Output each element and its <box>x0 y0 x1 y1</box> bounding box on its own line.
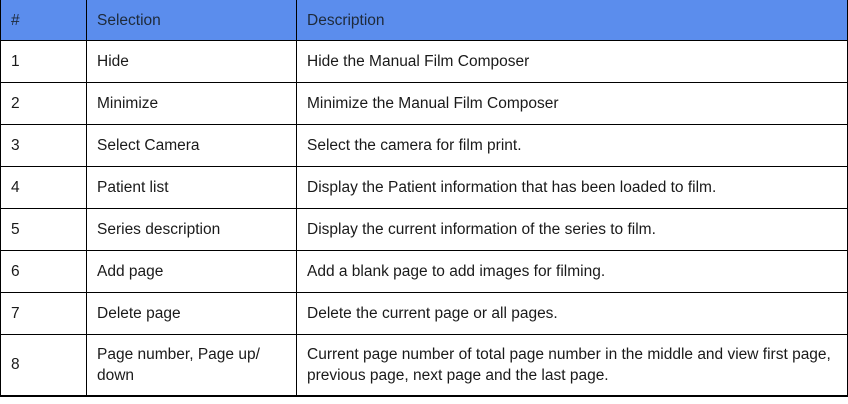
row-description: Display the current information of the s… <box>296 208 848 251</box>
row-number: 7 <box>0 292 87 335</box>
row-description: Add a blank page to add images for filmi… <box>296 250 848 293</box>
row-description: Current page number of total page number… <box>296 334 848 397</box>
table-header-row: # Selection Description <box>0 0 848 41</box>
table-row: 2 Minimize Minimize the Manual Film Comp… <box>0 82 848 125</box>
row-description: Select the camera for film print. <box>296 124 848 167</box>
row-selection: Delete page <box>86 292 297 335</box>
row-description: Display the Patient information that has… <box>296 166 848 209</box>
row-number: 2 <box>0 82 87 125</box>
row-description: Delete the current page or all pages. <box>296 292 848 335</box>
header-description: Description <box>296 0 848 41</box>
row-selection: Add page <box>86 250 297 293</box>
table-row: 8 Page number, Page up/ down Current pag… <box>0 334 848 397</box>
row-description: Minimize the Manual Film Composer <box>296 82 848 125</box>
row-selection: Series description <box>86 208 297 251</box>
table-row: 3 Select Camera Select the camera for fi… <box>0 124 848 167</box>
table-row: 4 Patient list Display the Patient infor… <box>0 166 848 209</box>
row-number: 1 <box>0 40 87 83</box>
row-selection: Page number, Page up/ down <box>86 334 297 397</box>
row-number: 4 <box>0 166 87 209</box>
table-row: 5 Series description Display the current… <box>0 208 848 251</box>
header-number: # <box>0 0 87 41</box>
table-row: 6 Add page Add a blank page to add image… <box>0 250 848 293</box>
row-number: 3 <box>0 124 87 167</box>
row-selection: Hide <box>86 40 297 83</box>
table-row: 7 Delete page Delete the current page or… <box>0 292 848 335</box>
row-number: 6 <box>0 250 87 293</box>
row-number: 5 <box>0 208 87 251</box>
row-selection: Patient list <box>86 166 297 209</box>
row-selection: Select Camera <box>86 124 297 167</box>
header-selection: Selection <box>86 0 297 41</box>
table-row: 1 Hide Hide the Manual Film Composer <box>0 40 848 83</box>
row-description: Hide the Manual Film Composer <box>296 40 848 83</box>
row-selection: Minimize <box>86 82 297 125</box>
selection-description-table: # Selection Description 1 Hide Hide the … <box>0 0 848 397</box>
row-number: 8 <box>0 334 87 397</box>
